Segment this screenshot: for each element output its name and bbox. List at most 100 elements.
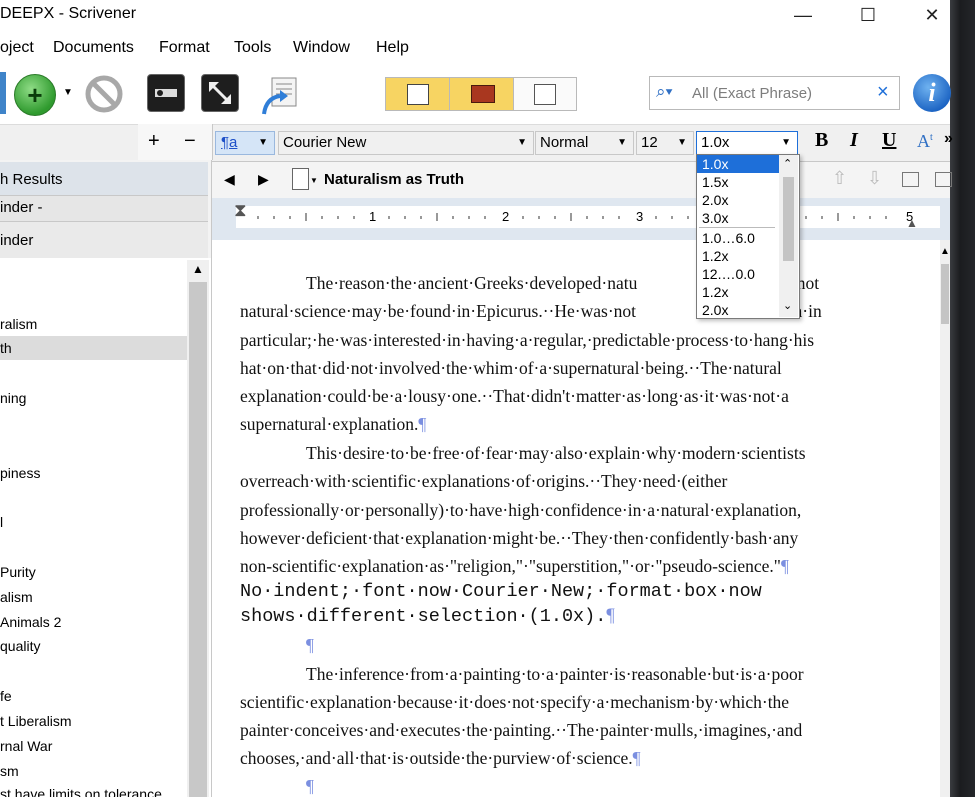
list-item[interactable]: rnal War bbox=[0, 738, 52, 754]
maximize-button[interactable]: ☐ bbox=[845, 0, 891, 30]
chevron-down-icon: ▼ bbox=[517, 137, 527, 148]
minimize-button[interactable]: — bbox=[780, 0, 826, 30]
list-item[interactable]: st have limits on tolerance bbox=[0, 786, 162, 797]
binder-header[interactable]: inder - bbox=[0, 196, 208, 222]
menu-format[interactable]: Format bbox=[159, 39, 210, 57]
first-line-indent-icon[interactable]: ⧗ bbox=[234, 200, 247, 221]
menu-help[interactable]: Help bbox=[376, 39, 409, 57]
outliner-icon bbox=[534, 84, 556, 105]
menu-tools[interactable]: Tools bbox=[234, 39, 271, 57]
typeface-select[interactable]: Normal ▼ bbox=[535, 131, 634, 155]
keywords-icon[interactable] bbox=[147, 74, 185, 112]
split-vertical-icon[interactable] bbox=[902, 172, 919, 187]
chevron-down-icon: ▼ bbox=[258, 137, 268, 148]
search-results-tab[interactable]: h Results bbox=[0, 162, 208, 196]
dropdown-scroll-thumb[interactable] bbox=[783, 177, 794, 261]
document-icon bbox=[292, 168, 309, 190]
list-item[interactable]: piness bbox=[0, 465, 40, 481]
scroll-down-icon[interactable]: ⌄ bbox=[783, 299, 792, 312]
info-icon[interactable]: i bbox=[913, 74, 951, 112]
back-icon[interactable]: ◀ bbox=[224, 171, 235, 188]
document-menu-chevron-icon[interactable]: ▼ bbox=[310, 176, 318, 185]
font-size-select[interactable]: 12 ▼ bbox=[636, 131, 694, 155]
list-item[interactable]: fe bbox=[0, 688, 12, 704]
composition-mode-icon[interactable] bbox=[201, 74, 239, 112]
title-bar: DEEPX - Scrivener — ☐ ✕ bbox=[0, 0, 950, 32]
search-placeholder: All (Exact Phrase) bbox=[692, 85, 813, 102]
scroll-up-icon[interactable]: ▲ bbox=[940, 246, 950, 257]
menu-project[interactable]: oject bbox=[0, 39, 34, 57]
list-item[interactable]: sm bbox=[0, 763, 19, 779]
add-button[interactable]: + bbox=[148, 130, 160, 153]
list-item[interactable]: Purity bbox=[0, 564, 36, 580]
list-item[interactable]: t Liberalism bbox=[0, 713, 72, 729]
binder-section[interactable]: inder bbox=[0, 222, 208, 259]
previous-document-icon[interactable]: ⇧ bbox=[832, 168, 847, 189]
editor-scroll-thumb[interactable] bbox=[941, 264, 949, 324]
scroll-up-icon[interactable]: ⌃ bbox=[783, 157, 792, 170]
line-spacing-option[interactable]: 1.2x bbox=[697, 247, 780, 265]
menu-documents[interactable]: Documents bbox=[53, 39, 134, 57]
list-item[interactable]: quality bbox=[0, 638, 40, 654]
list-item[interactable]: ning bbox=[0, 390, 26, 406]
remove-button[interactable]: − bbox=[184, 130, 196, 153]
line-spacing-option[interactable]: 2.0x bbox=[697, 301, 780, 319]
list-item[interactable]: ralism bbox=[0, 316, 37, 332]
line-spacing-option[interactable]: 1.5x bbox=[697, 173, 780, 191]
line-spacing-option[interactable]: 1.0x bbox=[697, 155, 780, 173]
add-document-dropdown-icon[interactable]: ▼ bbox=[62, 86, 74, 98]
view-outliner-button[interactable] bbox=[513, 77, 577, 111]
paragraph-line: shows·different·selection·(1.0x).¶ bbox=[240, 604, 920, 629]
menu-divider bbox=[699, 227, 775, 228]
text-line: explanation·could·be·a·lousy·one.··That·… bbox=[240, 386, 789, 406]
font-family-select[interactable]: Courier New ▼ bbox=[278, 131, 534, 155]
chevron-down-icon: ▼ bbox=[617, 137, 627, 148]
document-title[interactable]: Naturalism as Truth bbox=[324, 171, 464, 188]
underline-button[interactable]: U bbox=[882, 129, 896, 152]
editor-scrollbar[interactable]: ▲ bbox=[940, 240, 950, 797]
next-document-icon[interactable]: ⇩ bbox=[867, 168, 882, 189]
list-item[interactable]: Animals 2 bbox=[0, 614, 61, 630]
list-item[interactable]: alism bbox=[0, 589, 33, 605]
dropdown-scrollbar[interactable]: ⌃ ⌄ bbox=[779, 155, 798, 317]
close-button[interactable]: ✕ bbox=[909, 0, 955, 30]
right-indent-icon[interactable]: ▲ bbox=[906, 216, 918, 230]
delete-prohibited-icon[interactable] bbox=[84, 74, 124, 114]
line-spacing-option[interactable]: 12.…0.0 bbox=[697, 265, 780, 283]
split-horizontal-icon[interactable] bbox=[935, 172, 952, 187]
search-icon[interactable]: ⌕▾ bbox=[656, 82, 673, 102]
forward-icon[interactable]: ▶ bbox=[258, 171, 269, 188]
text-line: No·indent;·font·now·Courier·New;·format·… bbox=[240, 581, 762, 602]
search-clear-icon[interactable]: × bbox=[877, 81, 889, 104]
line-spacing-option[interactable]: 2.0x bbox=[697, 191, 780, 209]
binder-panel: h Results inder - inder ralism th ning p… bbox=[0, 160, 212, 797]
superscript-button[interactable]: At bbox=[917, 131, 933, 152]
ruler-number: 1 bbox=[369, 209, 377, 224]
line-spacing-option[interactable]: 3.0x bbox=[697, 209, 780, 227]
line-spacing-option[interactable]: 1.0…6.0 bbox=[697, 229, 780, 247]
list-item-selected[interactable]: th bbox=[0, 336, 187, 360]
binder-scrollbar[interactable]: ▲ bbox=[187, 260, 209, 797]
line-spacing-option[interactable]: 1.2x bbox=[697, 283, 780, 301]
view-corkboard-button[interactable] bbox=[449, 77, 514, 111]
line-spacing-select[interactable]: 1.0x ▼ bbox=[696, 131, 798, 155]
paragraph-style-select[interactable]: ¶a ▼ bbox=[215, 131, 275, 155]
pilcrow-mark: ¶ bbox=[306, 776, 314, 796]
paragraph-line: chooses,·and·all·that·is·outside·the·pur… bbox=[240, 744, 900, 773]
text-line: shows·different·selection·(1.0x). bbox=[240, 606, 607, 627]
list-item[interactable]: l bbox=[0, 514, 3, 530]
binder-scroll-thumb[interactable] bbox=[189, 282, 207, 797]
add-document-icon[interactable]: + bbox=[14, 74, 56, 116]
editor-text-area[interactable]: The·reason·the·ancient·Greeks·developed·… bbox=[212, 240, 940, 797]
search-field[interactable]: ⌕▾ All (Exact Phrase) × bbox=[649, 76, 900, 110]
bold-button[interactable]: B bbox=[815, 129, 828, 152]
italic-button[interactable]: I bbox=[850, 129, 858, 152]
menu-window[interactable]: Window bbox=[293, 39, 350, 57]
more-format-button[interactable]: » bbox=[944, 130, 953, 148]
ruler-scale[interactable]: 1 2 3 5 ⧗ ▲ bbox=[234, 200, 940, 230]
scroll-up-icon[interactable]: ▲ bbox=[192, 262, 204, 276]
toolbar-edge-icon bbox=[0, 72, 6, 114]
ruler-number: 2 bbox=[502, 209, 510, 224]
quick-reference-icon[interactable] bbox=[258, 74, 302, 118]
view-scrivenings-button[interactable] bbox=[385, 77, 450, 111]
